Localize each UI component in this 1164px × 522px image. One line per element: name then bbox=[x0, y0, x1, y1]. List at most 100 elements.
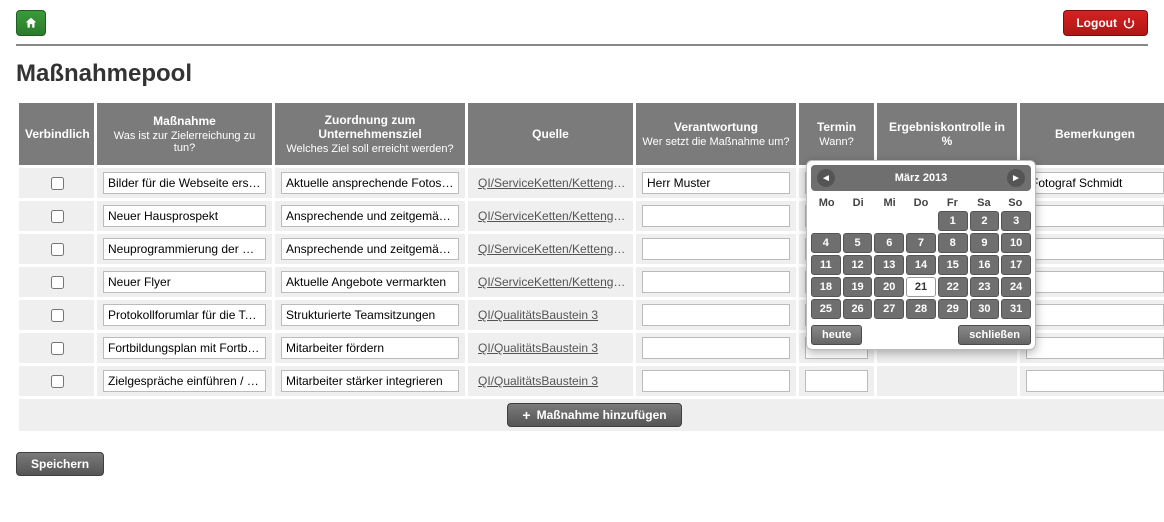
quelle-link[interactable]: QI/ServiceKetten/Kettenglied bbox=[474, 242, 627, 256]
bemerkungen-input[interactable] bbox=[1026, 205, 1164, 227]
massnahme-input[interactable] bbox=[103, 205, 266, 227]
verbindlich-checkbox[interactable] bbox=[51, 375, 64, 388]
verantwortung-input[interactable] bbox=[642, 337, 790, 359]
bemerkungen-input[interactable] bbox=[1026, 304, 1164, 326]
termin-input[interactable] bbox=[805, 370, 868, 392]
datepicker-day[interactable]: 9 bbox=[970, 233, 1000, 253]
datepicker-blank bbox=[874, 211, 904, 231]
massnahme-input[interactable] bbox=[103, 271, 266, 293]
datepicker-day[interactable]: 4 bbox=[811, 233, 841, 253]
verbindlich-checkbox[interactable] bbox=[51, 342, 64, 355]
massnahme-input[interactable] bbox=[103, 370, 266, 392]
verantwortung-input[interactable] bbox=[642, 172, 790, 194]
datepicker-day[interactable]: 2 bbox=[970, 211, 1000, 231]
datepicker-day[interactable]: 25 bbox=[811, 299, 841, 319]
datepicker-day[interactable]: 6 bbox=[874, 233, 904, 253]
datepicker-day[interactable]: 5 bbox=[843, 233, 873, 253]
bemerkungen-input[interactable] bbox=[1026, 337, 1164, 359]
zuordnung-input[interactable] bbox=[281, 271, 459, 293]
datepicker-day[interactable]: 7 bbox=[906, 233, 936, 253]
col-header-ergebnis: Ergebniskontrolle in % bbox=[877, 103, 1017, 165]
datepicker-day[interactable]: 12 bbox=[843, 255, 873, 275]
col-header-zuordnung: Zuordnung zum UnternehmenszielWelches Zi… bbox=[275, 103, 465, 165]
zuordnung-input[interactable] bbox=[281, 337, 459, 359]
bemerkungen-input[interactable] bbox=[1026, 172, 1164, 194]
quelle-link[interactable]: QI/ServiceKetten/Kettenglied bbox=[474, 209, 627, 223]
datepicker-day[interactable]: 27 bbox=[874, 299, 904, 319]
verantwortung-input[interactable] bbox=[642, 205, 790, 227]
col-header-bemerkungen: Bemerkungen bbox=[1020, 103, 1164, 165]
datepicker: ◄ März 2013 ► MoDiMiDoFrSaSo 12345678910… bbox=[806, 160, 1036, 350]
logout-label: Logout bbox=[1076, 16, 1117, 30]
datepicker-blank bbox=[906, 211, 936, 231]
datepicker-day[interactable]: 26 bbox=[843, 299, 873, 319]
datepicker-day[interactable]: 31 bbox=[1001, 299, 1031, 319]
home-icon bbox=[24, 16, 38, 30]
datepicker-day[interactable]: 20 bbox=[874, 277, 904, 297]
massnahme-input[interactable] bbox=[103, 238, 266, 260]
col-header-verbindlich: Verbindlich bbox=[19, 103, 94, 165]
datepicker-day[interactable]: 24 bbox=[1001, 277, 1031, 297]
datepicker-dow: Do bbox=[905, 197, 936, 209]
datepicker-day[interactable]: 23 bbox=[970, 277, 1000, 297]
datepicker-today-button[interactable]: heute bbox=[811, 325, 862, 345]
verbindlich-checkbox[interactable] bbox=[51, 177, 64, 190]
add-measure-button[interactable]: + Maßnahme hinzufügen bbox=[507, 403, 681, 427]
datepicker-day[interactable]: 17 bbox=[1001, 255, 1031, 275]
quelle-link[interactable]: QI/ServiceKetten/Kettenglied bbox=[474, 275, 627, 289]
col-header-verantwortung: VerantwortungWer setzt die Maßnahme um? bbox=[636, 103, 796, 165]
massnahme-input[interactable] bbox=[103, 304, 266, 326]
quelle-link[interactable]: QI/ServiceKetten/Kettenglied bbox=[474, 176, 627, 190]
zuordnung-input[interactable] bbox=[281, 205, 459, 227]
datepicker-day[interactable]: 21 bbox=[906, 277, 936, 297]
bemerkungen-input[interactable] bbox=[1026, 271, 1164, 293]
datepicker-day[interactable]: 30 bbox=[970, 299, 1000, 319]
datepicker-day[interactable]: 16 bbox=[970, 255, 1000, 275]
zuordnung-input[interactable] bbox=[281, 370, 459, 392]
datepicker-dow: So bbox=[1000, 197, 1031, 209]
verantwortung-input[interactable] bbox=[642, 304, 790, 326]
verantwortung-input[interactable] bbox=[642, 238, 790, 260]
datepicker-day[interactable]: 18 bbox=[811, 277, 841, 297]
quelle-link[interactable]: QI/QualitätsBaustein 3 bbox=[474, 341, 627, 355]
datepicker-day[interactable]: 1 bbox=[938, 211, 968, 231]
datepicker-day[interactable]: 10 bbox=[1001, 233, 1031, 253]
bemerkungen-input[interactable] bbox=[1026, 238, 1164, 260]
verbindlich-checkbox[interactable] bbox=[51, 276, 64, 289]
datepicker-prev-button[interactable]: ◄ bbox=[817, 169, 835, 187]
datepicker-title: März 2013 bbox=[895, 172, 948, 184]
quelle-link[interactable]: QI/QualitätsBaustein 3 bbox=[474, 308, 627, 322]
table-row: QI/QualitätsBaustein 3 bbox=[19, 366, 1164, 396]
datepicker-dow: Sa bbox=[968, 197, 999, 209]
quelle-link[interactable]: QI/QualitätsBaustein 3 bbox=[474, 374, 627, 388]
datepicker-close-button[interactable]: schließen bbox=[958, 325, 1031, 345]
home-button[interactable] bbox=[16, 10, 46, 36]
save-button[interactable]: Speichern bbox=[16, 452, 104, 476]
datepicker-day[interactable]: 22 bbox=[938, 277, 968, 297]
zuordnung-input[interactable] bbox=[281, 304, 459, 326]
verbindlich-checkbox[interactable] bbox=[51, 210, 64, 223]
datepicker-day[interactable]: 19 bbox=[843, 277, 873, 297]
datepicker-day[interactable]: 14 bbox=[906, 255, 936, 275]
verantwortung-input[interactable] bbox=[642, 271, 790, 293]
datepicker-day[interactable]: 15 bbox=[938, 255, 968, 275]
massnahme-input[interactable] bbox=[103, 172, 266, 194]
logout-button[interactable]: Logout bbox=[1063, 10, 1148, 36]
zuordnung-input[interactable] bbox=[281, 238, 459, 260]
massnahme-input[interactable] bbox=[103, 337, 266, 359]
verbindlich-checkbox[interactable] bbox=[51, 309, 64, 322]
datepicker-day[interactable]: 11 bbox=[811, 255, 841, 275]
datepicker-day[interactable]: 28 bbox=[906, 299, 936, 319]
datepicker-next-button[interactable]: ► bbox=[1007, 169, 1025, 187]
datepicker-day[interactable]: 29 bbox=[938, 299, 968, 319]
verbindlich-checkbox[interactable] bbox=[51, 243, 64, 256]
verantwortung-input[interactable] bbox=[642, 370, 790, 392]
datepicker-dow: Fr bbox=[937, 197, 968, 209]
add-measure-label: Maßnahme hinzufügen bbox=[537, 408, 667, 422]
datepicker-day[interactable]: 8 bbox=[938, 233, 968, 253]
datepicker-dow: Mi bbox=[874, 197, 905, 209]
datepicker-day[interactable]: 3 bbox=[1001, 211, 1031, 231]
datepicker-day[interactable]: 13 bbox=[874, 255, 904, 275]
bemerkungen-input[interactable] bbox=[1026, 370, 1164, 392]
zuordnung-input[interactable] bbox=[281, 172, 459, 194]
